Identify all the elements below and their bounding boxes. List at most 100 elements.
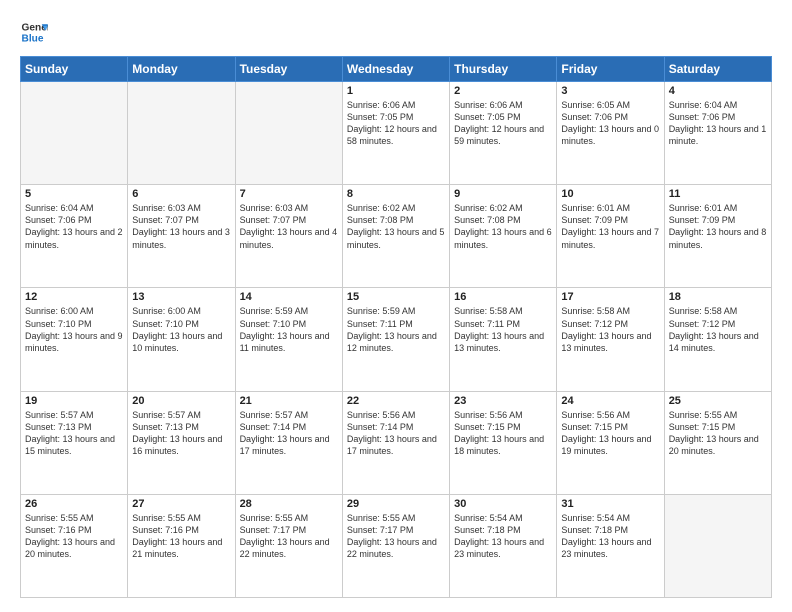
day-info: Sunrise: 6:00 AM Sunset: 7:10 PM Dayligh…: [25, 305, 123, 354]
day-number: 4: [669, 85, 767, 97]
day-cell: [128, 82, 235, 185]
day-number: 7: [240, 188, 338, 200]
day-info: Sunrise: 6:05 AM Sunset: 7:06 PM Dayligh…: [561, 99, 659, 148]
day-cell: 12 Sunrise: 6:00 AM Sunset: 7:10 PM Dayli…: [21, 288, 128, 391]
weekday-header-friday: Friday: [557, 57, 664, 82]
day-number: 13: [132, 291, 230, 303]
day-number: 6: [132, 188, 230, 200]
day-number: 28: [240, 498, 338, 510]
day-number: 14: [240, 291, 338, 303]
day-cell: 23 Sunrise: 5:56 AM Sunset: 7:15 PM Dayli…: [450, 391, 557, 494]
day-number: 22: [347, 395, 445, 407]
day-info: Sunrise: 5:59 AM Sunset: 7:11 PM Dayligh…: [347, 305, 445, 354]
day-info: Sunrise: 5:55 AM Sunset: 7:16 PM Dayligh…: [25, 512, 123, 561]
day-info: Sunrise: 5:56 AM Sunset: 7:15 PM Dayligh…: [454, 409, 552, 458]
day-number: 31: [561, 498, 659, 510]
day-info: Sunrise: 5:55 AM Sunset: 7:15 PM Dayligh…: [669, 409, 767, 458]
day-number: 2: [454, 85, 552, 97]
day-cell: 5Sunrise: 6:04 AM Sunset: 7:06 PM Daylig…: [21, 185, 128, 288]
day-cell: 7 Sunrise: 6:03 AM Sunset: 7:07 PM Daylig…: [235, 185, 342, 288]
day-info: Sunrise: 5:58 AM Sunset: 7:12 PM Dayligh…: [669, 305, 767, 354]
day-number: 19: [25, 395, 123, 407]
day-cell: 30 Sunrise: 5:54 AM Sunset: 7:18 PM Dayli…: [450, 494, 557, 597]
day-info: Sunrise: 6:01 AM Sunset: 7:09 PM Dayligh…: [669, 202, 767, 251]
day-info: Sunrise: 6:04 AM Sunset: 7:06 PM Dayligh…: [669, 99, 767, 148]
day-info: Sunrise: 6:01 AM Sunset: 7:09 PM Dayligh…: [561, 202, 659, 251]
day-cell: 29Sunrise: 5:55 AM Sunset: 7:17 PM Dayli…: [342, 494, 449, 597]
day-number: 24: [561, 395, 659, 407]
logo-icon: General Blue: [20, 18, 48, 46]
day-cell: 25 Sunrise: 5:55 AM Sunset: 7:15 PM Dayli…: [664, 391, 771, 494]
weekday-header-tuesday: Tuesday: [235, 57, 342, 82]
day-cell: 24 Sunrise: 5:56 AM Sunset: 7:15 PM Dayli…: [557, 391, 664, 494]
weekday-header-saturday: Saturday: [664, 57, 771, 82]
day-cell: 27 Sunrise: 5:55 AM Sunset: 7:16 PM Dayli…: [128, 494, 235, 597]
day-number: 3: [561, 85, 659, 97]
day-cell: 28 Sunrise: 5:55 AM Sunset: 7:17 PM Dayli…: [235, 494, 342, 597]
day-cell: 4 Sunrise: 6:04 AM Sunset: 7:06 PM Daylig…: [664, 82, 771, 185]
day-number: 1: [347, 85, 445, 97]
week-row-2: 5Sunrise: 6:04 AM Sunset: 7:06 PM Daylig…: [21, 185, 772, 288]
day-info: Sunrise: 5:57 AM Sunset: 7:14 PM Dayligh…: [240, 409, 338, 458]
day-info: Sunrise: 5:57 AM Sunset: 7:13 PM Dayligh…: [132, 409, 230, 458]
day-number: 29: [347, 498, 445, 510]
day-info: Sunrise: 5:56 AM Sunset: 7:14 PM Dayligh…: [347, 409, 445, 458]
day-cell: 2 Sunrise: 6:06 AM Sunset: 7:05 PM Daylig…: [450, 82, 557, 185]
day-number: 20: [132, 395, 230, 407]
day-info: Sunrise: 5:55 AM Sunset: 7:16 PM Dayligh…: [132, 512, 230, 561]
day-number: 25: [669, 395, 767, 407]
calendar-table: SundayMondayTuesdayWednesdayThursdayFrid…: [20, 56, 772, 598]
weekday-header-wednesday: Wednesday: [342, 57, 449, 82]
day-cell: 1Sunrise: 6:06 AM Sunset: 7:05 PM Daylig…: [342, 82, 449, 185]
day-info: Sunrise: 6:03 AM Sunset: 7:07 PM Dayligh…: [132, 202, 230, 251]
day-cell: 15 Sunrise: 5:59 AM Sunset: 7:11 PM Dayli…: [342, 288, 449, 391]
day-number: 23: [454, 395, 552, 407]
day-cell: 10 Sunrise: 6:01 AM Sunset: 7:09 PM Dayli…: [557, 185, 664, 288]
day-cell: 17Sunrise: 5:58 AM Sunset: 7:12 PM Dayli…: [557, 288, 664, 391]
day-cell: [235, 82, 342, 185]
day-cell: 19 Sunrise: 5:57 AM Sunset: 7:13 PM Dayli…: [21, 391, 128, 494]
day-info: Sunrise: 6:06 AM Sunset: 7:05 PM Dayligh…: [454, 99, 552, 148]
day-info: Sunrise: 5:59 AM Sunset: 7:10 PM Dayligh…: [240, 305, 338, 354]
day-cell: [664, 494, 771, 597]
week-row-5: 26 Sunrise: 5:55 AM Sunset: 7:16 PM Dayli…: [21, 494, 772, 597]
day-info: Sunrise: 5:57 AM Sunset: 7:13 PM Dayligh…: [25, 409, 123, 458]
day-info: Sunrise: 5:54 AM Sunset: 7:18 PM Dayligh…: [454, 512, 552, 561]
day-number: 26: [25, 498, 123, 510]
week-row-4: 19 Sunrise: 5:57 AM Sunset: 7:13 PM Dayli…: [21, 391, 772, 494]
day-info: Sunrise: 6:03 AM Sunset: 7:07 PM Dayligh…: [240, 202, 338, 251]
day-number: 16: [454, 291, 552, 303]
page: General Blue SundayMondayTuesdayWednesda…: [0, 0, 792, 612]
day-number: 27: [132, 498, 230, 510]
day-cell: 8Sunrise: 6:02 AM Sunset: 7:08 PM Daylig…: [342, 185, 449, 288]
day-number: 30: [454, 498, 552, 510]
day-number: 15: [347, 291, 445, 303]
day-info: Sunrise: 6:04 AM Sunset: 7:06 PM Dayligh…: [25, 202, 123, 251]
day-number: 21: [240, 395, 338, 407]
day-info: Sunrise: 5:55 AM Sunset: 7:17 PM Dayligh…: [240, 512, 338, 561]
day-number: 10: [561, 188, 659, 200]
day-cell: 21 Sunrise: 5:57 AM Sunset: 7:14 PM Dayli…: [235, 391, 342, 494]
day-cell: 26 Sunrise: 5:55 AM Sunset: 7:16 PM Dayli…: [21, 494, 128, 597]
day-number: 11: [669, 188, 767, 200]
week-row-3: 12 Sunrise: 6:00 AM Sunset: 7:10 PM Dayli…: [21, 288, 772, 391]
day-cell: 14 Sunrise: 5:59 AM Sunset: 7:10 PM Dayli…: [235, 288, 342, 391]
day-cell: 6 Sunrise: 6:03 AM Sunset: 7:07 PM Daylig…: [128, 185, 235, 288]
day-number: 9: [454, 188, 552, 200]
day-number: 18: [669, 291, 767, 303]
day-cell: 31 Sunrise: 5:54 AM Sunset: 7:18 PM Dayli…: [557, 494, 664, 597]
day-cell: 13Sunrise: 6:00 AM Sunset: 7:10 PM Dayli…: [128, 288, 235, 391]
day-info: Sunrise: 5:56 AM Sunset: 7:15 PM Dayligh…: [561, 409, 659, 458]
day-cell: 11 Sunrise: 6:01 AM Sunset: 7:09 PM Dayli…: [664, 185, 771, 288]
day-cell: 3 Sunrise: 6:05 AM Sunset: 7:06 PM Daylig…: [557, 82, 664, 185]
day-number: 12: [25, 291, 123, 303]
day-cell: 20 Sunrise: 5:57 AM Sunset: 7:13 PM Dayli…: [128, 391, 235, 494]
day-info: Sunrise: 5:58 AM Sunset: 7:11 PM Dayligh…: [454, 305, 552, 354]
day-info: Sunrise: 6:02 AM Sunset: 7:08 PM Dayligh…: [347, 202, 445, 251]
svg-text:Blue: Blue: [22, 33, 44, 44]
header: General Blue: [20, 18, 772, 46]
day-info: Sunrise: 5:58 AM Sunset: 7:12 PM Dayligh…: [561, 305, 659, 354]
weekday-header-sunday: Sunday: [21, 57, 128, 82]
day-info: Sunrise: 5:54 AM Sunset: 7:18 PM Dayligh…: [561, 512, 659, 561]
day-cell: 22 Sunrise: 5:56 AM Sunset: 7:14 PM Dayli…: [342, 391, 449, 494]
